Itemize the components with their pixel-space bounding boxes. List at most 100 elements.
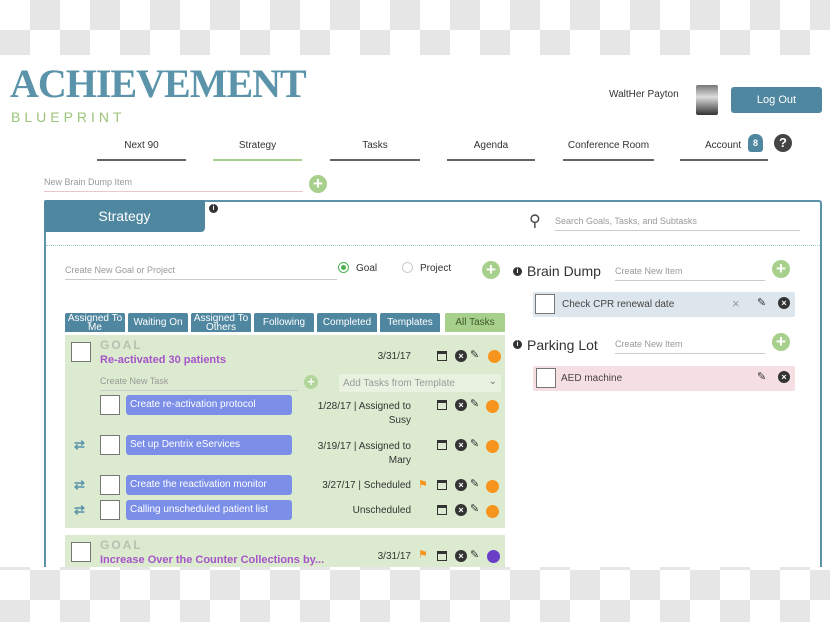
task-meta-line: 3/19/17 | Assigned to: [317, 441, 411, 452]
edit-icon[interactable]: ✎: [470, 477, 479, 490]
parking-lot-title: Parking Lot: [527, 337, 598, 353]
user-name: WaltHer Payton: [609, 89, 679, 100]
delete-icon[interactable]: ×: [455, 479, 467, 491]
logout-button[interactable]: Log Out: [731, 87, 822, 113]
edit-icon[interactable]: ✎: [757, 296, 766, 309]
info-icon[interactable]: i: [513, 267, 522, 276]
calendar-icon[interactable]: [437, 400, 447, 410]
edit-icon[interactable]: ✎: [470, 348, 479, 361]
search-input[interactable]: Search Goals, Tasks, and Subtasks: [555, 216, 800, 231]
goal-title[interactable]: Increase Over the Counter Collections by…: [100, 554, 324, 566]
calendar-icon[interactable]: [437, 505, 447, 515]
filter-assigned-to-me[interactable]: Assigned To Me: [65, 313, 125, 332]
radio-goal[interactable]: [338, 262, 349, 273]
item-text[interactable]: AED machine: [561, 373, 622, 384]
delete-icon[interactable]: ×: [455, 350, 467, 362]
bell-icon[interactable]: 8: [748, 134, 763, 152]
add-brain-dump-button[interactable]: +: [309, 175, 327, 193]
filter-assigned-to-others[interactable]: Assigned To Others: [191, 313, 251, 332]
goal-checkbox[interactable]: [71, 542, 91, 562]
add-parking-lot-item-button[interactable]: +: [772, 333, 790, 351]
strategy-tab[interactable]: Strategy: [44, 200, 205, 232]
task-item[interactable]: Calling unscheduled patient list: [126, 500, 292, 520]
task-item[interactable]: Create re-activation protocol: [126, 395, 292, 415]
template-select[interactable]: Add Tasks from Template ⌄: [339, 374, 501, 392]
nav-tasks[interactable]: Tasks: [330, 138, 420, 161]
task-assignee: Susy: [388, 415, 411, 426]
calendar-icon[interactable]: [437, 480, 447, 490]
flag-icon[interactable]: ⚑: [418, 478, 428, 491]
calendar-icon[interactable]: [437, 351, 447, 361]
radio-project[interactable]: [402, 262, 413, 273]
chevron-down-icon: ⌄: [488, 376, 497, 387]
edit-icon[interactable]: ✎: [470, 548, 479, 561]
edit-icon[interactable]: ✎: [470, 437, 479, 450]
filter-templates[interactable]: Templates: [380, 313, 440, 332]
info-icon[interactable]: i: [209, 204, 218, 213]
item-text[interactable]: Check CPR renewal date: [562, 299, 674, 310]
nav-next-90[interactable]: Next 90: [97, 138, 186, 161]
template-select-value: Add Tasks from Template: [343, 378, 455, 389]
delete-icon[interactable]: ×: [455, 439, 467, 451]
status-dot[interactable]: [486, 440, 499, 453]
delete-icon[interactable]: ×: [778, 371, 790, 383]
new-goal-input[interactable]: Create New Goal or Project: [65, 265, 337, 280]
radio-project-label: Project: [420, 263, 452, 274]
calendar-icon[interactable]: [437, 551, 447, 561]
task-meta: 1/28/17 | Assigned to Susy: [300, 400, 411, 428]
status-dot[interactable]: [488, 350, 501, 363]
delete-icon[interactable]: ×: [455, 550, 467, 562]
status-dot[interactable]: [486, 480, 499, 493]
edit-icon[interactable]: ✎: [470, 502, 479, 515]
status-dot[interactable]: [486, 505, 499, 518]
status-dot[interactable]: [486, 400, 499, 413]
item-checkbox[interactable]: [535, 294, 555, 314]
info-icon[interactable]: i: [513, 340, 522, 349]
task-item[interactable]: Create the reactivation monitor: [126, 475, 292, 495]
repeat-icon[interactable]: ⇄: [74, 437, 85, 453]
divider: [46, 245, 820, 246]
task-meta: 3/19/17 | Assigned to Mary: [300, 440, 411, 468]
logo: ACHIEVEMENT: [10, 61, 307, 106]
avatar[interactable]: [696, 85, 718, 115]
delete-icon[interactable]: ×: [778, 297, 790, 309]
new-task-input[interactable]: Create New Task: [100, 376, 298, 391]
brain-dump-item-input[interactable]: Create New Item: [615, 266, 765, 281]
add-brain-dump-item-button[interactable]: +: [772, 260, 790, 278]
status-dot[interactable]: [487, 550, 500, 563]
add-task-button[interactable]: +: [304, 375, 318, 389]
edit-icon[interactable]: ✎: [757, 370, 766, 383]
goal-title[interactable]: Re-activated 30 patients: [100, 354, 226, 366]
repeat-icon[interactable]: ⇄: [74, 477, 85, 493]
item-checkbox[interactable]: [536, 368, 556, 388]
repeat-icon[interactable]: ⇄: [74, 502, 85, 518]
task-checkbox[interactable]: [100, 435, 120, 455]
parking-lot-item-input[interactable]: Create New Item: [615, 339, 765, 354]
edit-icon[interactable]: ✎: [470, 397, 479, 410]
filter-completed[interactable]: Completed: [317, 313, 377, 332]
task-checkbox[interactable]: [100, 475, 120, 495]
task-assignee: Mary: [388, 455, 411, 466]
calendar-icon[interactable]: [437, 440, 447, 450]
delete-icon[interactable]: ×: [455, 399, 467, 411]
task-checkbox[interactable]: [100, 395, 120, 415]
transparent-background: [0, 567, 830, 622]
filter-all-tasks[interactable]: All Tasks: [445, 313, 505, 332]
delete-icon[interactable]: ×: [455, 504, 467, 516]
help-icon[interactable]: ?: [774, 134, 792, 152]
nav-strategy[interactable]: Strategy: [213, 138, 302, 161]
flag-icon[interactable]: ⚑: [418, 548, 428, 561]
add-goal-button[interactable]: +: [482, 261, 500, 279]
brain-dump-input[interactable]: New Brain Dump Item: [44, 177, 303, 192]
brain-dump-title: Brain Dump: [527, 263, 601, 279]
task-item[interactable]: Set up Dentrix eServices: [126, 435, 292, 455]
search-icon[interactable]: ⚲: [529, 211, 541, 231]
filter-following[interactable]: Following: [254, 313, 314, 332]
task-checkbox[interactable]: [100, 500, 120, 520]
nav-conference-room[interactable]: Conference Room: [563, 138, 654, 161]
filter-waiting-on[interactable]: Waiting On: [128, 313, 188, 332]
nav-agenda[interactable]: Agenda: [447, 138, 535, 161]
goal-checkbox[interactable]: [71, 342, 91, 362]
clear-icon[interactable]: ×: [732, 296, 740, 311]
task-meta-line: 1/28/17 | Assigned to: [317, 401, 411, 412]
